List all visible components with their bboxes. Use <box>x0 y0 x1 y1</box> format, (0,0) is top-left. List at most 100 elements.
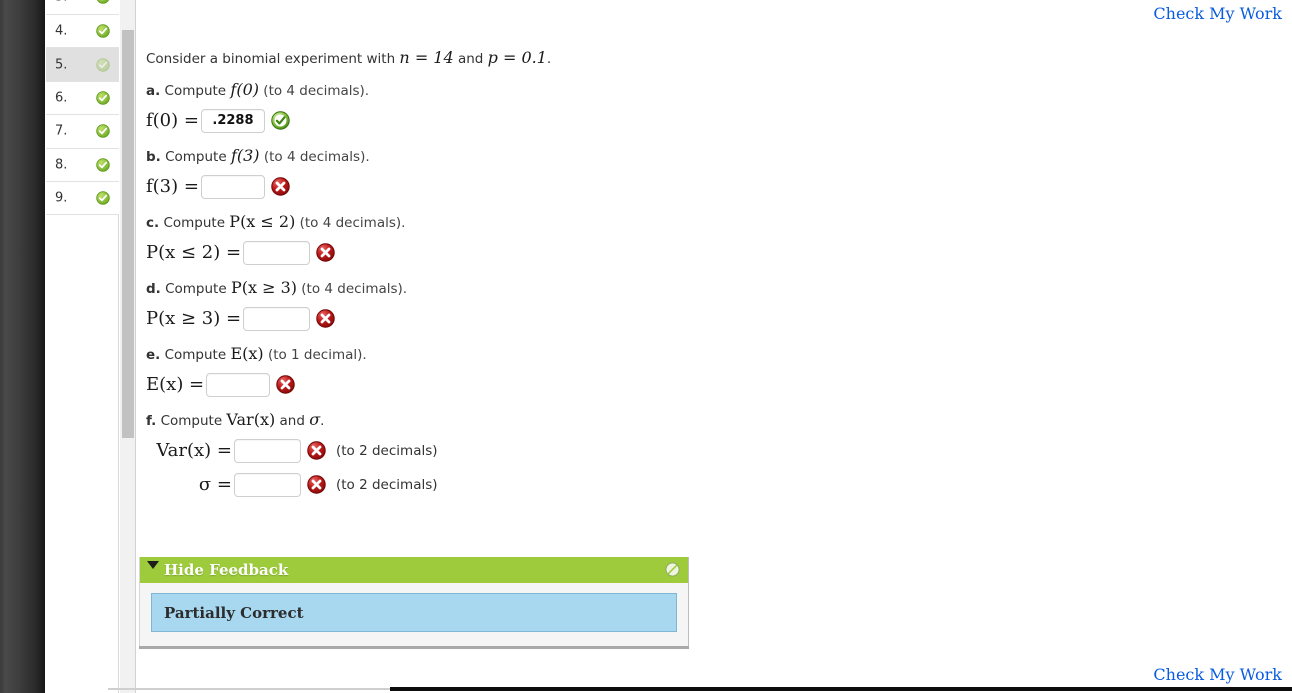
exercise-page: 3. 4. 5. 6. 7. <box>0 0 1292 693</box>
part-letter: f. <box>146 412 157 429</box>
sidebar-item-7[interactable]: 7. <box>46 115 119 149</box>
feedback-result-box: Partially Correct <box>151 593 677 632</box>
part-verb: Compute <box>164 82 231 99</box>
green-check-icon <box>96 91 110 105</box>
red-x-icon <box>271 177 290 196</box>
part-a-answer-row: f(0) = <box>146 108 1046 133</box>
part-hint: (to 4 decimals). <box>299 214 406 231</box>
red-x-icon <box>316 243 335 262</box>
sidebar-item-5[interactable]: 5. <box>46 48 119 82</box>
answer-input-var[interactable] <box>234 438 301 463</box>
sidebar-item-9[interactable]: 9. <box>46 181 119 216</box>
red-x-icon <box>316 309 335 328</box>
sidebar-item-label: 3. <box>55 0 67 5</box>
answer-input-ex[interactable] <box>206 372 271 397</box>
green-check-icon <box>96 191 110 205</box>
part-letter: d. <box>146 280 161 297</box>
stem-suffix: . <box>546 51 552 67</box>
part-f-var-answer-row: Var(x) = (to 2 decimals) <box>154 438 1046 463</box>
stem-n: n = 14 <box>399 48 454 67</box>
vertical-scrollbar[interactable] <box>120 0 136 693</box>
part-expression-sigma: σ <box>309 409 321 429</box>
part-c-answer-row: P(x ≤ 2) = <box>146 240 1046 265</box>
part-verb: Compute <box>160 412 227 429</box>
answer-lhs: σ = <box>198 474 232 495</box>
part-c-prompt: c. Compute P(x ≤ 2) (to 4 decimals). <box>146 212 1046 231</box>
part-b-prompt: b. Compute f(3) (to 4 decimals). <box>146 146 1046 165</box>
answer-lhs: f(0) = <box>146 110 199 131</box>
answer-input-sigma[interactable] <box>234 472 301 497</box>
part-hint: (to 1 decimal). <box>267 346 367 363</box>
part-a-prompt: a. Compute f(0) (to 4 decimals). <box>146 80 1046 99</box>
stem-p: p = 0.1 <box>487 48 547 67</box>
part-expression: f(0) <box>230 79 259 99</box>
check-my-work-link-top[interactable]: Check My Work <box>1153 4 1282 23</box>
part-expression: f(3) <box>230 145 260 165</box>
part-expression: P(x ≥ 3) <box>230 277 297 297</box>
question-content-area: Check My Work Consider a binomial experi… <box>137 0 1292 693</box>
green-check-icon <box>96 124 110 139</box>
green-check-icon <box>271 111 290 130</box>
answer-precision-note: (to 2 decimals) <box>336 442 438 459</box>
left-gutter <box>0 0 45 693</box>
part-f-sigma-answer-row: σ = (to 2 decimals) <box>154 472 1046 497</box>
part-e-prompt: e. Compute E(x) (to 1 decimal). <box>146 344 1046 363</box>
part-and: and <box>275 412 310 429</box>
scrollbar-thumb[interactable] <box>122 30 134 438</box>
red-x-icon <box>307 475 326 494</box>
bottom-divider-right <box>390 687 1292 691</box>
answer-precision-note: (to 2 decimals) <box>336 476 438 493</box>
answer-lhs: Var(x) = <box>156 440 232 461</box>
sidebar-item-6[interactable]: 6. <box>46 81 119 116</box>
stem-prefix: Consider a binomial experiment with <box>146 51 400 67</box>
part-end: . <box>320 412 325 429</box>
bottom-divider-left <box>108 688 390 690</box>
feedback-header[interactable]: Hide Feedback <box>140 557 688 583</box>
feedback-panel: Hide Feedback Partially Correct <box>139 557 689 646</box>
part-expression: E(x) <box>230 343 264 363</box>
part-hint: (to 4 decimals). <box>263 148 370 165</box>
part-hint: (to 4 decimals). <box>263 82 370 99</box>
sidebar-item-label: 7. <box>55 123 68 139</box>
part-d-answer-row: P(x ≥ 3) = <box>146 306 1046 331</box>
red-x-icon <box>276 375 295 394</box>
sidebar-item-label: 6. <box>55 90 68 106</box>
circle-slash-icon[interactable] <box>665 562 680 577</box>
answer-lhs: P(x ≤ 2) = <box>146 242 242 263</box>
question-body: Consider a binomial experiment with n = … <box>146 48 1046 497</box>
sidebar-item-8[interactable]: 8. <box>46 148 119 182</box>
feedback-result-text: Partially Correct <box>164 604 304 622</box>
green-check-icon <box>96 57 110 72</box>
answer-input-ple2[interactable] <box>243 240 311 265</box>
sidebar-item-label: 8. <box>55 157 68 173</box>
part-b-answer-row: f(3) = <box>146 174 1046 199</box>
answer-lhs: E(x) = <box>146 374 205 395</box>
green-check-icon <box>96 24 110 38</box>
caret-down-icon[interactable] <box>147 561 159 569</box>
sidebar-item-label: 9. <box>55 190 68 206</box>
answer-lhs: f(3) = <box>146 176 199 197</box>
part-letter: b. <box>146 148 161 165</box>
part-letter: e. <box>146 346 161 363</box>
sidebar-item-4[interactable]: 4. <box>46 15 119 49</box>
hide-feedback-label[interactable]: Hide Feedback <box>164 561 288 579</box>
answer-lhs: P(x ≥ 3) = <box>146 308 242 329</box>
green-check-icon <box>96 0 110 4</box>
part-d-prompt: d. Compute P(x ≥ 3) (to 4 decimals). <box>146 278 1046 297</box>
part-verb: Compute <box>163 214 230 231</box>
answer-input-fb[interactable] <box>200 174 265 199</box>
part-f-prompt: f. Compute Var(x) and σ. <box>146 410 1046 429</box>
sidebar-item-label: 4. <box>55 23 68 39</box>
part-expression: P(x ≤ 2) <box>229 211 296 231</box>
part-verb: Compute <box>165 148 231 165</box>
question-stem: Consider a binomial experiment with n = … <box>146 48 1046 67</box>
part-verb: Compute <box>164 346 231 363</box>
sidebar-item-3[interactable]: 3. <box>46 0 119 15</box>
question-navigator-sidebar: 3. 4. 5. 6. 7. <box>46 0 119 693</box>
answer-input-pge3[interactable] <box>243 306 311 331</box>
check-my-work-link-bottom[interactable]: Check My Work <box>1153 665 1282 684</box>
answer-input-fa[interactable] <box>200 108 265 133</box>
feedback-body: Partially Correct <box>140 583 688 646</box>
part-hint: (to 4 decimals). <box>301 280 408 297</box>
green-check-icon <box>96 158 110 172</box>
